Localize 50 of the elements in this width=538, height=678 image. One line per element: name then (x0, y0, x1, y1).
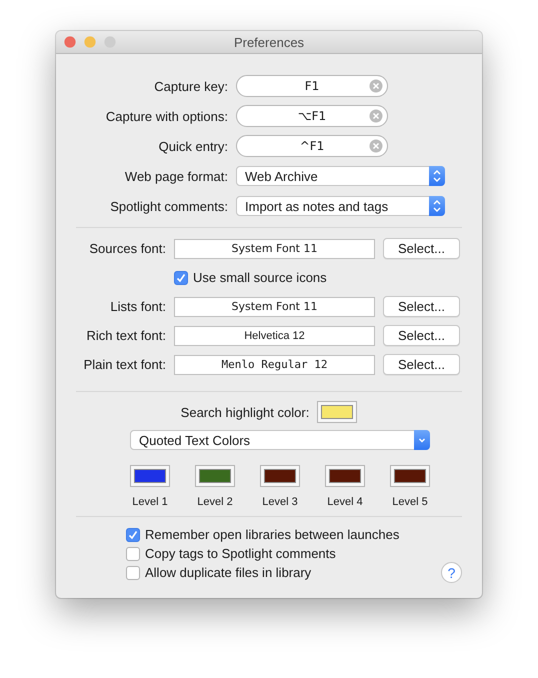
clear-icon[interactable] (369, 139, 383, 153)
field-label: Plain text font: (82, 357, 166, 372)
font-field: System Font 11 (174, 296, 375, 316)
shortcut-field[interactable]: F1 (236, 75, 388, 97)
field-label: Lists font: (109, 299, 166, 314)
level-label: Level 3 (262, 496, 298, 508)
select-button[interactable]: Select... (383, 296, 460, 317)
clear-icon[interactable] (369, 79, 383, 93)
popup-menu[interactable]: Web Archive (236, 166, 445, 186)
checkbox-label: Copy tags to Spotlight comments (145, 546, 336, 561)
field-label: Capture key: (153, 78, 228, 94)
font-field: Menlo Regular 12 (174, 354, 375, 374)
level-label: Level 4 (327, 496, 363, 508)
popup-menu[interactable]: Import as notes and tags (236, 196, 445, 216)
checkbox-label: Allow duplicate files in library (145, 565, 312, 580)
select-button[interactable]: Select... (383, 238, 460, 259)
color-well[interactable] (130, 465, 170, 487)
field-label: Sources font: (88, 241, 166, 256)
help-button[interactable]: ? (441, 562, 462, 583)
shortcut-field[interactable]: ⌥F1 (236, 105, 388, 127)
checkbox[interactable] (126, 528, 140, 542)
checkbox-label: Use small source icons (193, 270, 327, 285)
field-label: Rich text font: (86, 328, 166, 343)
font-field: Helvetica 12 (174, 326, 375, 346)
close-icon[interactable] (64, 36, 76, 48)
color-well[interactable] (260, 465, 300, 487)
shortcut-field[interactable]: ^F1 (236, 135, 388, 157)
field-label: Search highlight color: (180, 404, 310, 420)
select-button[interactable]: Select... (383, 325, 460, 346)
checkbox[interactable] (126, 546, 140, 560)
level-label: Level 2 (197, 496, 233, 508)
clear-icon[interactable] (369, 109, 383, 123)
window-title: Preferences (234, 34, 304, 50)
color-well[interactable] (325, 465, 365, 487)
field-label: Spotlight comments: (109, 198, 228, 214)
font-field: System Font 11 (174, 238, 375, 258)
color-well[interactable] (390, 465, 430, 487)
level-label: Level 1 (132, 496, 168, 508)
checkbox-label: Remember open libraries between launches (145, 527, 400, 542)
field-label: Quick entry: (158, 138, 228, 154)
chevron-down-icon (414, 430, 430, 450)
checkbox[interactable] (174, 270, 188, 284)
select-button[interactable]: Select... (383, 354, 460, 375)
field-label: Capture with options: (104, 108, 228, 124)
checkbox[interactable] (126, 566, 140, 580)
color-well[interactable] (195, 465, 235, 487)
popup-menu[interactable]: Quoted Text Colors (130, 430, 430, 450)
color-well[interactable] (317, 401, 358, 423)
field-label: Web page format: (124, 168, 228, 184)
level-label: Level 5 (392, 496, 428, 508)
